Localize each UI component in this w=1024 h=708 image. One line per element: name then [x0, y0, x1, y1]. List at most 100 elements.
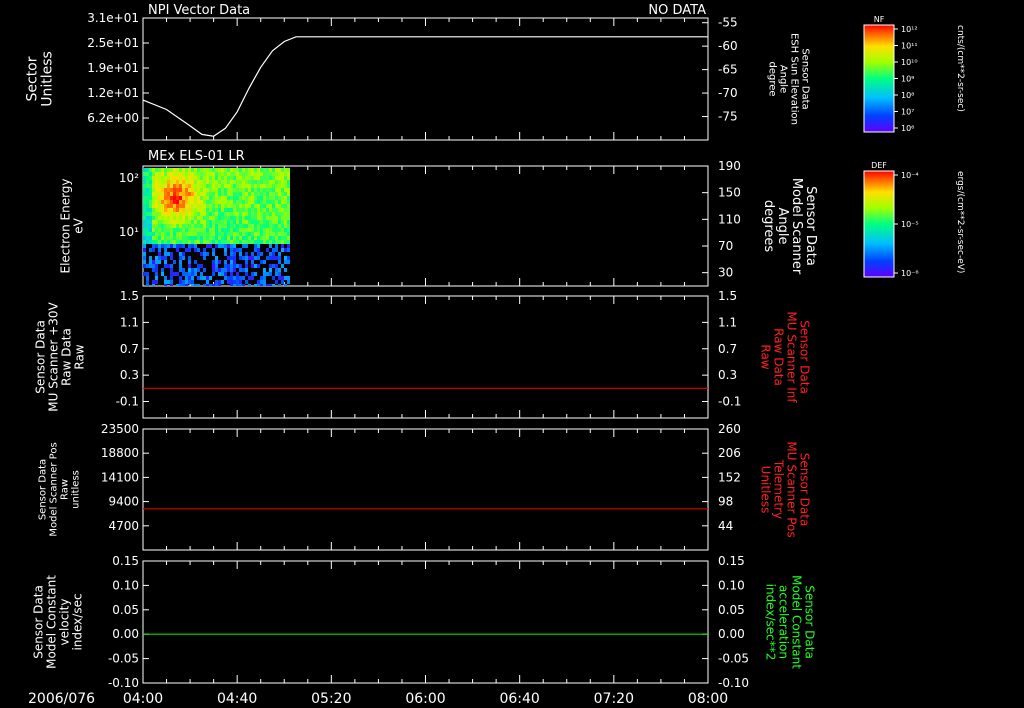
spectrogram-cell	[239, 188, 242, 192]
spectrogram-cell	[161, 220, 164, 224]
spectrogram-cell	[149, 240, 152, 244]
spectrogram-cell	[155, 216, 158, 220]
spectrogram-cell	[254, 272, 257, 276]
spectrogram-cell	[239, 208, 242, 212]
spectrogram-cell	[200, 168, 203, 172]
spectrogram-cell	[284, 212, 287, 216]
spectrogram-cell	[212, 220, 215, 224]
spectrogram-cell	[230, 272, 233, 276]
spectrogram-cell	[152, 280, 155, 284]
spectrogram-cell	[167, 176, 170, 180]
spectrogram-cell	[161, 204, 164, 208]
spectrogram-cell	[197, 180, 200, 184]
spectrogram-cell	[227, 256, 230, 260]
y-axis-label-line: Sensor Data	[798, 320, 812, 394]
spectrogram-cell	[248, 216, 251, 220]
spectrogram-cell	[164, 212, 167, 216]
spectrogram-cell	[230, 252, 233, 256]
spectrogram-cell	[233, 208, 236, 212]
spectrogram-cell	[242, 232, 245, 236]
spectrogram-cell	[251, 184, 254, 188]
spectrogram-cell	[158, 252, 161, 256]
y-tick-label-right: 150	[718, 186, 741, 200]
spectrogram-cell	[203, 228, 206, 232]
spectrogram-cell	[245, 168, 248, 172]
spectrogram-cell	[158, 236, 161, 240]
spectrogram-cell	[176, 224, 179, 228]
spectrogram-cell	[284, 192, 287, 196]
spectrogram-cell	[161, 268, 164, 272]
spectrogram-cell	[257, 228, 260, 232]
spectrogram-cell	[254, 200, 257, 204]
spectrogram-cell	[206, 172, 209, 176]
y-tick-label-right: -75	[718, 110, 738, 124]
spectrogram-cell	[149, 196, 152, 200]
spectrogram-cell	[227, 220, 230, 224]
spectrogram-cell	[179, 188, 182, 192]
spectrogram-cell	[206, 196, 209, 200]
spectrogram-cell	[269, 204, 272, 208]
spectrogram-cell	[212, 224, 215, 228]
spectrogram-cell	[233, 276, 236, 280]
spectrogram-cell	[203, 252, 206, 256]
spectrogram-cell	[284, 204, 287, 208]
spectrogram-cell	[185, 168, 188, 172]
spectrogram-cell	[269, 272, 272, 276]
spectrogram-cell	[245, 204, 248, 208]
spectrogram-cell	[194, 232, 197, 236]
spectrogram-cell	[197, 248, 200, 252]
spectrogram-cell	[254, 196, 257, 200]
spectrogram-cell	[278, 276, 281, 280]
spectrogram-cell	[182, 256, 185, 260]
spectrogram-cell	[272, 216, 275, 220]
spectrogram-cell	[161, 216, 164, 220]
spectrogram-cell	[149, 172, 152, 176]
spectrogram-cell	[284, 172, 287, 176]
spectrogram-cell	[233, 212, 236, 216]
spectrogram-cell	[239, 232, 242, 236]
spectrogram-cell	[158, 256, 161, 260]
spectrogram-cell	[257, 232, 260, 236]
spectrogram-cell	[185, 188, 188, 192]
spectrogram-cell	[212, 228, 215, 232]
spectrogram-cell	[260, 220, 263, 224]
spectrogram-cell	[263, 260, 266, 264]
spectrogram-cell	[194, 204, 197, 208]
spectrogram-cell	[269, 224, 272, 228]
spectrogram-cell	[218, 272, 221, 276]
spectrogram-cell	[176, 240, 179, 244]
spectrogram-cell	[278, 176, 281, 180]
spectrogram-cell	[224, 184, 227, 188]
spectrogram-cell	[260, 204, 263, 208]
spectrogram-cell	[239, 176, 242, 180]
spectrogram-cell	[161, 208, 164, 212]
spectrogram-cell	[203, 240, 206, 244]
date-label: 2006/076	[28, 691, 95, 707]
y-tick-label-right: 98	[718, 495, 733, 509]
spectrogram-cell	[182, 224, 185, 228]
spectrogram-cell	[224, 196, 227, 200]
spectrogram-cell	[197, 192, 200, 196]
spectrogram-cell	[164, 208, 167, 212]
spectrogram-cell	[272, 188, 275, 192]
spectrogram-cell	[281, 184, 284, 188]
spectrogram-cell	[224, 168, 227, 172]
spectrogram-cell	[287, 172, 290, 176]
spectrogram-cell	[167, 228, 170, 232]
spectrogram-cell	[248, 176, 251, 180]
spectrogram-cell	[221, 236, 224, 240]
spectrogram-cell	[284, 176, 287, 180]
spectrogram-cell	[281, 188, 284, 192]
spectrogram-cell	[287, 200, 290, 204]
spectrogram-cell	[188, 188, 191, 192]
spectrogram-cell	[248, 208, 251, 212]
spectrogram-cell	[233, 196, 236, 200]
spectrogram-cell	[155, 244, 158, 248]
spectrogram-cell	[203, 232, 206, 236]
y-tick-label-right: -55	[718, 16, 738, 30]
y-axis-label-line: Angle	[775, 208, 790, 245]
spectrogram-cell	[260, 172, 263, 176]
spectrogram-cell	[251, 208, 254, 212]
spectrogram-cell	[218, 280, 221, 284]
spectrogram-cell	[179, 200, 182, 204]
